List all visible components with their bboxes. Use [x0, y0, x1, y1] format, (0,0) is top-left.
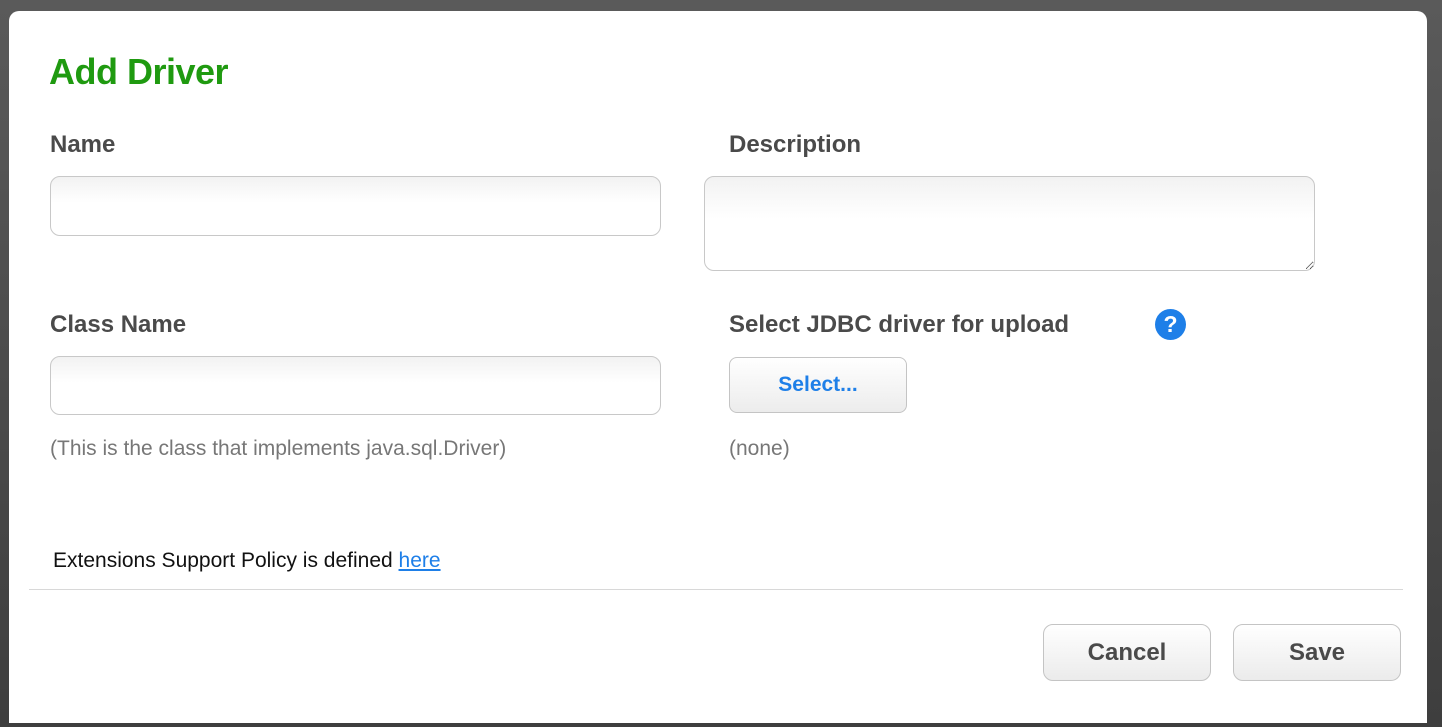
cancel-button[interactable]: Cancel: [1043, 624, 1211, 681]
jdbc-upload-label: Select JDBC driver for upload: [729, 311, 1070, 338]
dialog-title: Add Driver: [49, 51, 229, 92]
question-mark-icon[interactable]: ?: [1155, 309, 1186, 340]
support-policy-link[interactable]: here: [399, 549, 441, 572]
select-driver-button[interactable]: Select...: [729, 357, 907, 413]
class-name-label: Class Name: [50, 311, 187, 338]
description-label: Description: [729, 131, 862, 158]
class-name-help-text: (This is the class that implements java.…: [50, 437, 507, 460]
support-policy-text: Extensions Support Policy is defined her…: [53, 549, 441, 573]
description-textarea[interactable]: [704, 176, 1315, 271]
footer-divider: [29, 589, 1403, 590]
add-driver-dialog: Add Driver Name Description Class Name (…: [9, 11, 1427, 723]
name-input[interactable]: [50, 176, 661, 236]
support-policy-label: Extensions Support Policy is defined: [53, 549, 399, 572]
selected-file-text: (none): [729, 437, 790, 460]
name-label: Name: [50, 131, 116, 158]
save-button[interactable]: Save: [1233, 624, 1401, 681]
class-name-input[interactable]: [50, 356, 661, 415]
